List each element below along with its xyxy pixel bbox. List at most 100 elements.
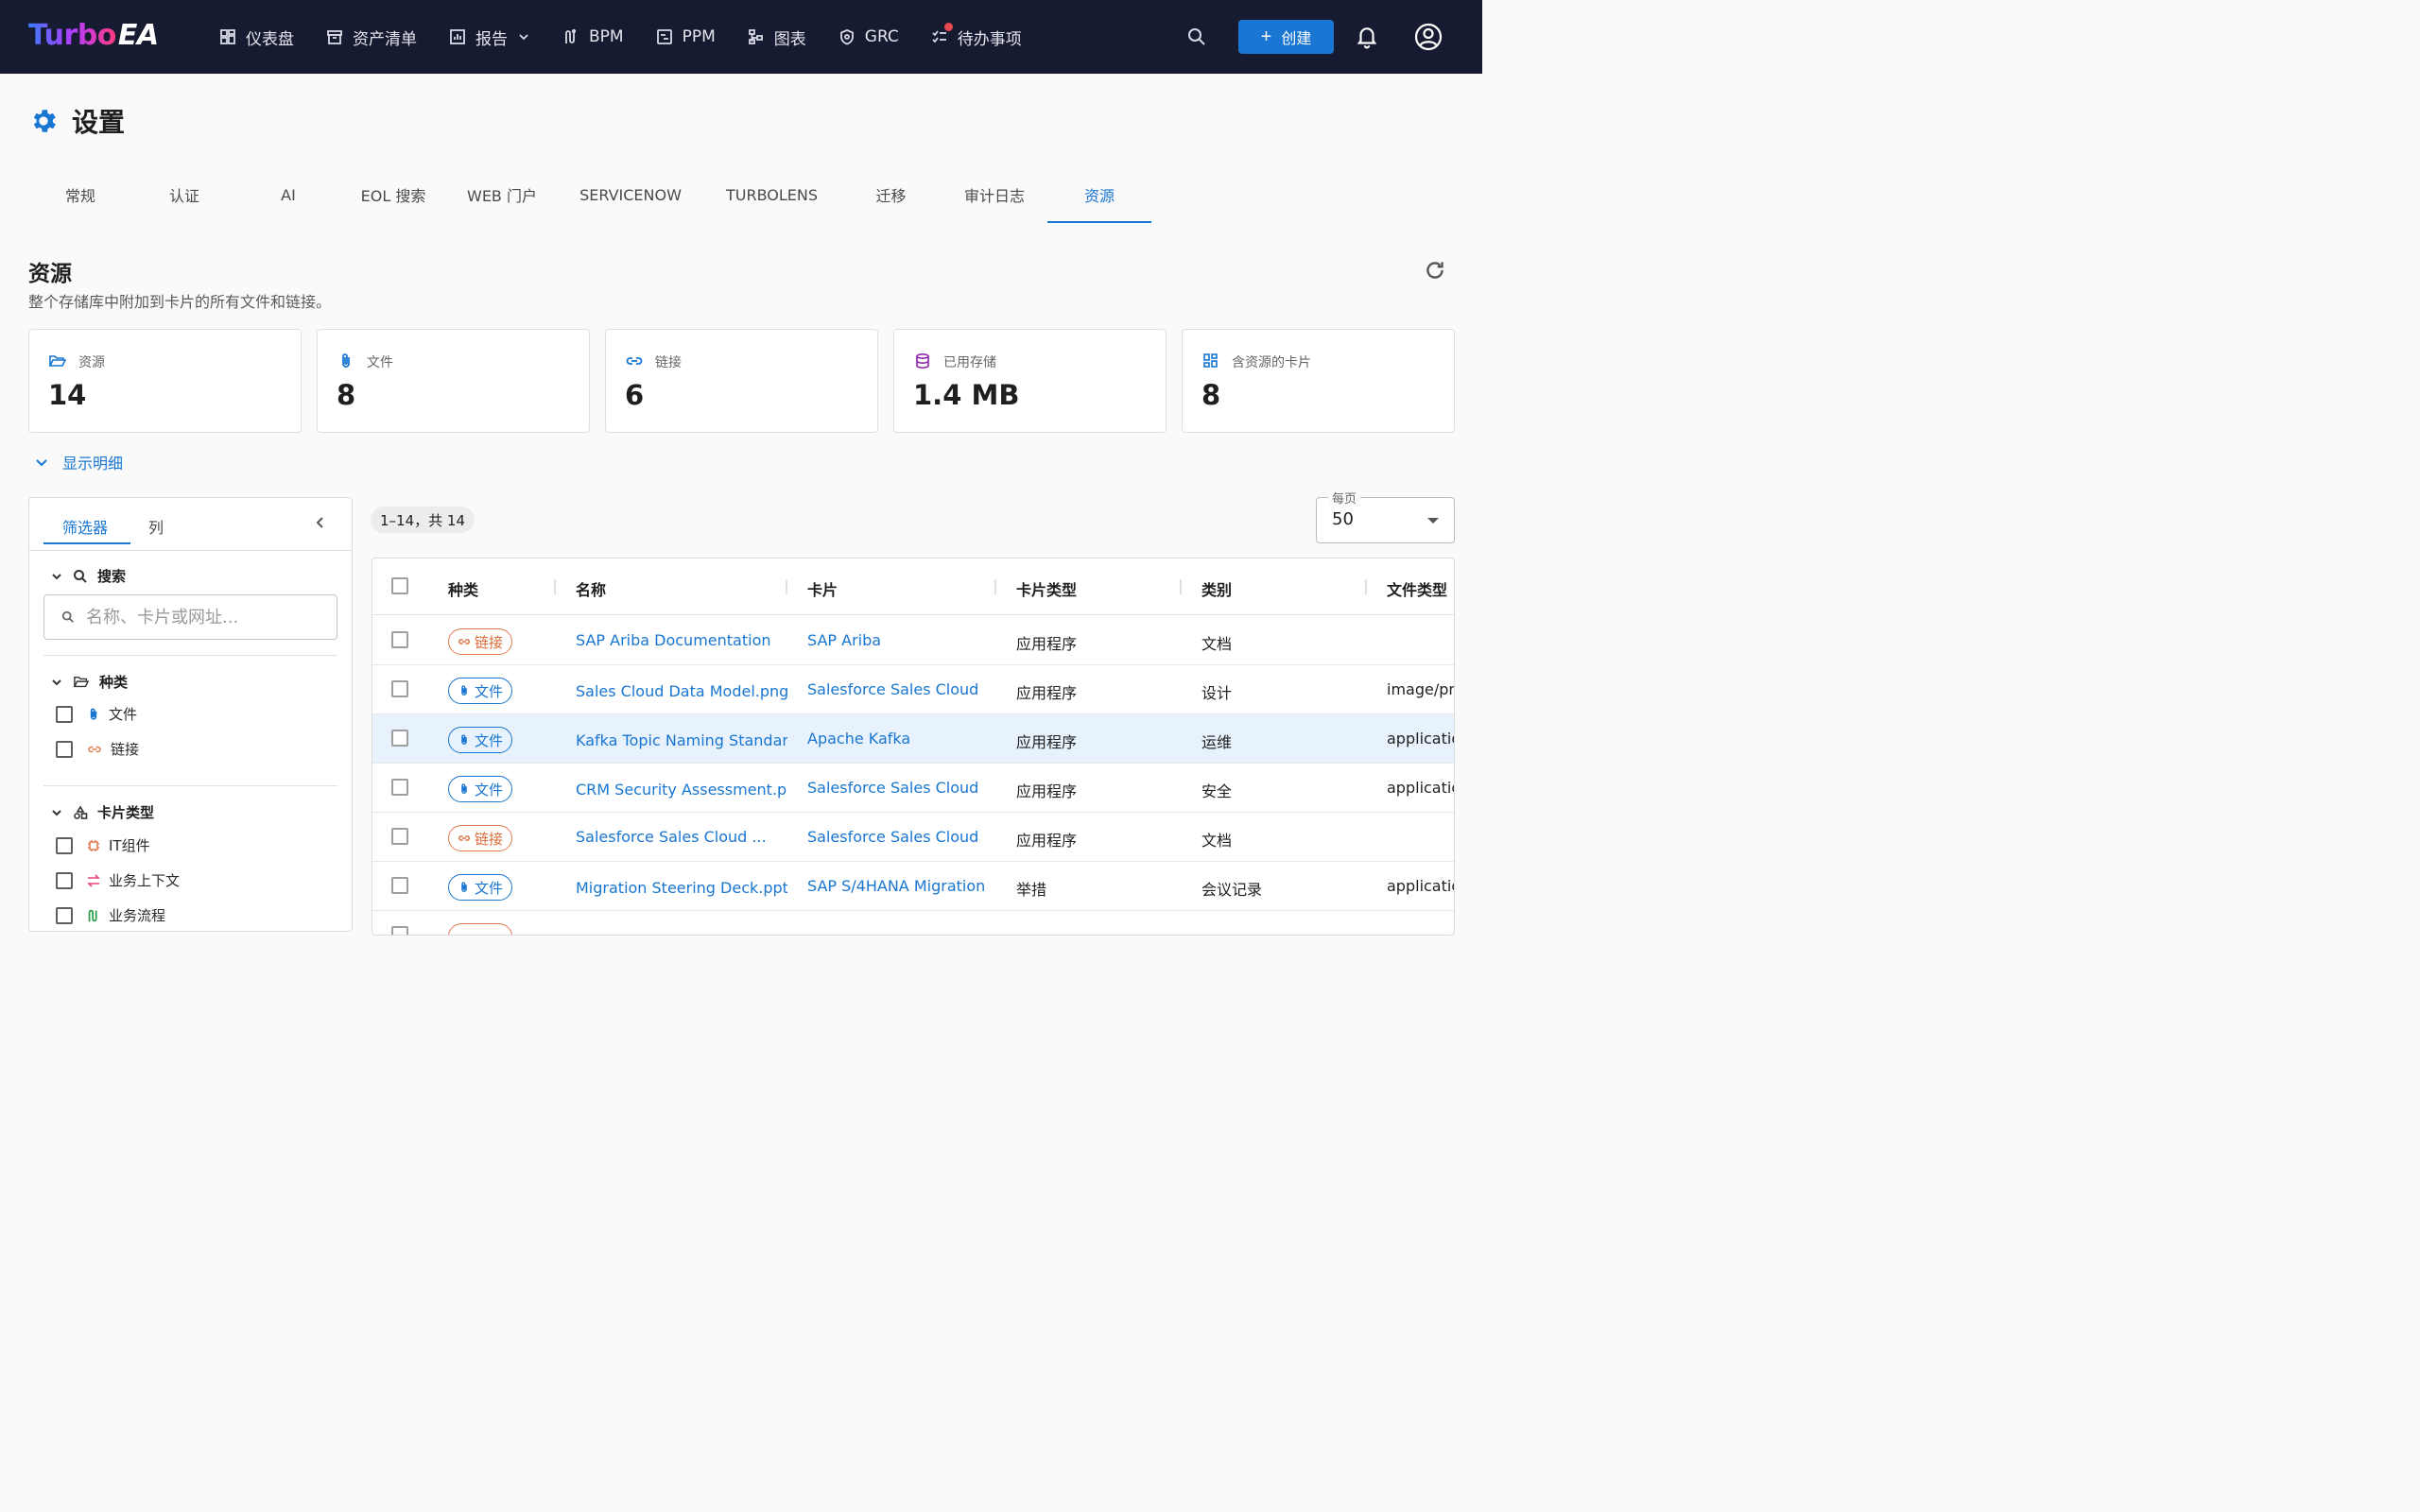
cardtype-group-header[interactable]: 卡片类型 — [50, 802, 154, 822]
select-all-checkbox[interactable] — [391, 577, 408, 594]
tab-columns[interactable]: 列 — [148, 515, 164, 538]
diagram-icon — [748, 29, 763, 44]
card-link[interactable]: SAP S/4HANA Migration — [807, 877, 996, 895]
card-link[interactable]: Salesforce Sales Cloud — [807, 779, 996, 797]
row-checkbox[interactable] — [391, 730, 408, 747]
stat-value: 6 — [625, 379, 645, 411]
column-separator[interactable] — [1365, 579, 1367, 594]
column-separator[interactable] — [786, 579, 787, 594]
show-details-toggle[interactable]: 显示明细 — [34, 451, 123, 473]
row-checkbox[interactable] — [391, 828, 408, 845]
column-header-file-type[interactable]: 文件类型 — [1387, 577, 1447, 600]
table-row[interactable]: 文件 Kafka Topic Naming Standards Apache K… — [372, 714, 1454, 764]
table-row[interactable]: 链接 Salesforce Sales Cloud ... Salesforce… — [372, 813, 1454, 862]
kind-group-header[interactable]: 种类 — [50, 672, 128, 692]
cardtype-option-it-component[interactable]: IT组件 — [56, 835, 150, 855]
notifications-button[interactable] — [1355, 25, 1379, 53]
filter-search-input[interactable] — [86, 607, 322, 627]
cardtype-option-business-process[interactable]: 业务流程 — [56, 905, 165, 925]
kind-option-file[interactable]: 文件 — [56, 704, 137, 724]
card-type-cell: 应用程序 — [1016, 782, 1078, 800]
app-logo[interactable]: Turbo EA — [28, 19, 159, 52]
tab-migration[interactable]: 迁移 — [840, 168, 942, 221]
row-checkbox[interactable] — [391, 680, 408, 697]
divider — [43, 655, 337, 656]
resource-name-link[interactable]: CRM Security Assessment.pdf — [576, 781, 787, 799]
resource-name-link[interactable]: Salesforce Sales Cloud ... — [576, 828, 787, 846]
collapse-panel-button[interactable] — [313, 515, 328, 534]
nav-label: 图表 — [773, 29, 806, 49]
table-row[interactable] — [372, 911, 1454, 935]
tab-turbolens[interactable]: TURBOLENS — [703, 168, 840, 221]
card-link[interactable]: Salesforce Sales Cloud — [807, 828, 996, 846]
column-separator[interactable] — [994, 579, 996, 594]
row-checkbox[interactable] — [391, 779, 408, 796]
nav-grc[interactable]: GRC — [838, 0, 899, 74]
column-header-category[interactable]: 类别 — [1201, 577, 1232, 600]
card-link[interactable]: Apache Kafka — [807, 730, 996, 747]
column-header-name[interactable]: 名称 — [576, 577, 606, 600]
refresh-button[interactable] — [1423, 258, 1447, 286]
tab-servicenow[interactable]: SERVICENOW — [558, 168, 703, 221]
resource-name-link[interactable]: SAP Ariba Documentation — [576, 631, 787, 649]
checkbox[interactable] — [56, 836, 73, 854]
row-checkbox[interactable] — [391, 926, 408, 935]
resource-name-link[interactable]: Kafka Topic Naming Standards — [576, 731, 787, 749]
tab-audit-log[interactable]: 审计日志 — [942, 168, 1047, 221]
table-row[interactable]: 文件 Migration Steering Deck.pptx SAP S/4H… — [372, 862, 1454, 911]
nav-label: 资产清单 — [353, 29, 417, 49]
card-link[interactable]: SAP Ariba — [807, 631, 996, 649]
nav-reports[interactable]: 报告 — [449, 0, 530, 74]
tab-web-portal[interactable]: WEB 门户 — [446, 168, 558, 221]
table-row[interactable]: 文件 Sales Cloud Data Model.png Salesforce… — [372, 665, 1454, 714]
column-separator[interactable] — [1180, 579, 1182, 594]
row-checkbox[interactable] — [391, 631, 408, 648]
card-type-cell: 应用程序 — [1016, 635, 1078, 653]
nav-bpm[interactable]: BPM — [562, 0, 624, 74]
tab-general[interactable]: 常规 — [28, 168, 132, 221]
per-page-label: 每页 — [1328, 489, 1361, 507]
kind-label: 文件 — [474, 682, 503, 700]
row-checkbox[interactable] — [391, 877, 408, 894]
checkbox[interactable] — [56, 906, 73, 924]
dropdown-arrow-icon — [1427, 518, 1439, 524]
tab-filters[interactable]: 筛选器 — [62, 515, 108, 538]
table-row[interactable]: 文件 CRM Security Assessment.pdf Salesforc… — [372, 764, 1454, 813]
dashboard-grid-icon — [1203, 353, 1218, 368]
card-link[interactable]: Salesforce Sales Cloud — [807, 680, 996, 698]
resource-name-link[interactable]: Sales Cloud Data Model.png — [576, 682, 787, 700]
kind-option-link[interactable]: 链接 — [56, 739, 139, 759]
resource-name-link[interactable]: Migration Steering Deck.pptx — [576, 879, 787, 897]
cardtype-option-business-context[interactable]: 业务上下文 — [56, 870, 180, 890]
category-shapes-icon — [74, 804, 88, 819]
checkbox[interactable] — [56, 740, 73, 758]
column-header-card-type[interactable]: 卡片类型 — [1016, 577, 1077, 600]
grc-icon — [839, 29, 854, 45]
checkbox[interactable] — [56, 705, 73, 723]
nav-dashboard[interactable]: 仪表盘 — [219, 0, 294, 74]
kind-chip-file: 文件 — [448, 874, 512, 901]
tab-auth[interactable]: 认证 — [132, 168, 236, 221]
stat-value: 14 — [48, 379, 87, 411]
create-button[interactable]: + 创建 — [1238, 20, 1334, 54]
filter-search-field[interactable] — [43, 594, 337, 640]
table-row[interactable]: 链接 SAP Ariba Documentation SAP Ariba 应用程… — [372, 616, 1454, 665]
column-separator[interactable] — [554, 579, 556, 594]
chevron-down-icon — [519, 34, 528, 41]
nav-ppm[interactable]: PPM — [656, 0, 716, 74]
column-header-kind[interactable]: 种类 — [448, 577, 478, 600]
tab-ai[interactable]: AI — [236, 168, 340, 221]
column-header-card[interactable]: 卡片 — [807, 577, 838, 600]
tab-eol-search[interactable]: EOL 搜索 — [340, 168, 446, 221]
account-button[interactable] — [1413, 22, 1443, 56]
nav-todo[interactable]: 待办事项 — [931, 0, 1022, 74]
global-search-button[interactable] — [1185, 26, 1208, 52]
nav-inventory[interactable]: 资产清单 — [326, 0, 417, 74]
nav-diagrams[interactable]: 图表 — [748, 0, 806, 74]
table-header-row: 种类 名称 卡片 卡片类型 类别 文件类型 — [372, 558, 1454, 615]
tab-resources[interactable]: 资源 — [1047, 168, 1151, 223]
per-page-select[interactable]: 每页 50 — [1316, 489, 1455, 543]
checkbox[interactable] — [56, 871, 73, 889]
search-group-header[interactable]: 搜索 — [50, 566, 126, 586]
chip-icon — [88, 839, 99, 851]
